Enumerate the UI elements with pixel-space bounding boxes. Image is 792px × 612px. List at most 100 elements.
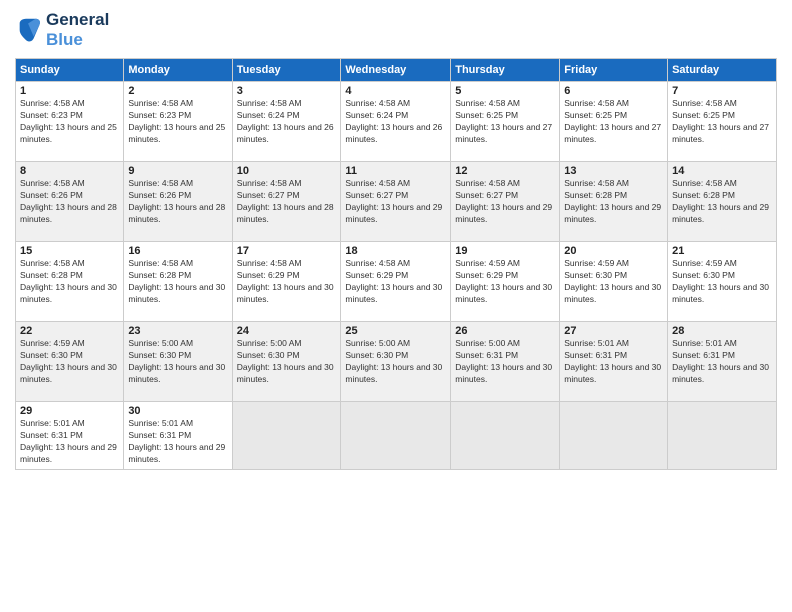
calendar-cell: 25Sunrise: 5:00 AMSunset: 6:30 PMDayligh… [341, 322, 451, 402]
col-monday: Monday [124, 59, 232, 82]
day-info: Sunrise: 5:00 AMSunset: 6:30 PMDaylight:… [128, 338, 227, 386]
day-info: Sunrise: 4:59 AMSunset: 6:30 PMDaylight:… [672, 258, 772, 306]
day-number: 27 [564, 325, 663, 337]
day-info: Sunrise: 4:59 AMSunset: 6:29 PMDaylight:… [455, 258, 555, 306]
day-info: Sunrise: 5:00 AMSunset: 6:30 PMDaylight:… [237, 338, 337, 386]
calendar-cell [341, 402, 451, 470]
day-info: Sunrise: 5:01 AMSunset: 6:31 PMDaylight:… [20, 418, 119, 466]
day-info: Sunrise: 4:58 AMSunset: 6:26 PMDaylight:… [20, 178, 119, 226]
logo: General Blue [15, 10, 109, 50]
page-header: General Blue [15, 10, 777, 50]
calendar-cell [451, 402, 560, 470]
day-info: Sunrise: 4:58 AMSunset: 6:25 PMDaylight:… [672, 98, 772, 146]
col-thursday: Thursday [451, 59, 560, 82]
calendar-cell: 8Sunrise: 4:58 AMSunset: 6:26 PMDaylight… [16, 162, 124, 242]
calendar-cell: 19Sunrise: 4:59 AMSunset: 6:29 PMDayligh… [451, 242, 560, 322]
day-info: Sunrise: 4:58 AMSunset: 6:29 PMDaylight:… [237, 258, 337, 306]
calendar-cell: 20Sunrise: 4:59 AMSunset: 6:30 PMDayligh… [560, 242, 668, 322]
calendar-cell: 13Sunrise: 4:58 AMSunset: 6:28 PMDayligh… [560, 162, 668, 242]
day-info: Sunrise: 4:58 AMSunset: 6:28 PMDaylight:… [564, 178, 663, 226]
logo-text: General Blue [46, 10, 109, 50]
col-sunday: Sunday [16, 59, 124, 82]
calendar-cell: 21Sunrise: 4:59 AMSunset: 6:30 PMDayligh… [668, 242, 777, 322]
day-info: Sunrise: 4:58 AMSunset: 6:27 PMDaylight:… [345, 178, 446, 226]
day-info: Sunrise: 4:58 AMSunset: 6:25 PMDaylight:… [564, 98, 663, 146]
calendar-cell: 29Sunrise: 5:01 AMSunset: 6:31 PMDayligh… [16, 402, 124, 470]
day-number: 19 [455, 245, 555, 257]
col-wednesday: Wednesday [341, 59, 451, 82]
calendar-cell: 16Sunrise: 4:58 AMSunset: 6:28 PMDayligh… [124, 242, 232, 322]
calendar-cell: 15Sunrise: 4:58 AMSunset: 6:28 PMDayligh… [16, 242, 124, 322]
calendar-cell [668, 402, 777, 470]
day-info: Sunrise: 4:58 AMSunset: 6:29 PMDaylight:… [345, 258, 446, 306]
day-number: 7 [672, 85, 772, 97]
calendar-cell: 30Sunrise: 5:01 AMSunset: 6:31 PMDayligh… [124, 402, 232, 470]
calendar-cell: 17Sunrise: 4:58 AMSunset: 6:29 PMDayligh… [232, 242, 341, 322]
day-number: 2 [128, 85, 227, 97]
calendar-cell: 27Sunrise: 5:01 AMSunset: 6:31 PMDayligh… [560, 322, 668, 402]
day-number: 9 [128, 165, 227, 177]
calendar-table: Sunday Monday Tuesday Wednesday Thursday… [15, 58, 777, 470]
calendar-cell: 7Sunrise: 4:58 AMSunset: 6:25 PMDaylight… [668, 82, 777, 162]
calendar-cell: 4Sunrise: 4:58 AMSunset: 6:24 PMDaylight… [341, 82, 451, 162]
calendar-cell: 22Sunrise: 4:59 AMSunset: 6:30 PMDayligh… [16, 322, 124, 402]
calendar-cell: 26Sunrise: 5:00 AMSunset: 6:31 PMDayligh… [451, 322, 560, 402]
day-number: 13 [564, 165, 663, 177]
day-info: Sunrise: 4:58 AMSunset: 6:23 PMDaylight:… [20, 98, 119, 146]
day-number: 30 [128, 405, 227, 417]
day-number: 23 [128, 325, 227, 337]
day-info: Sunrise: 4:58 AMSunset: 6:26 PMDaylight:… [128, 178, 227, 226]
calendar-cell: 18Sunrise: 4:58 AMSunset: 6:29 PMDayligh… [341, 242, 451, 322]
logo-icon [15, 16, 43, 44]
calendar-cell: 2Sunrise: 4:58 AMSunset: 6:23 PMDaylight… [124, 82, 232, 162]
day-info: Sunrise: 4:58 AMSunset: 6:28 PMDaylight:… [672, 178, 772, 226]
day-number: 22 [20, 325, 119, 337]
day-number: 4 [345, 85, 446, 97]
day-number: 10 [237, 165, 337, 177]
day-info: Sunrise: 5:00 AMSunset: 6:30 PMDaylight:… [345, 338, 446, 386]
calendar-cell: 28Sunrise: 5:01 AMSunset: 6:31 PMDayligh… [668, 322, 777, 402]
day-info: Sunrise: 4:58 AMSunset: 6:23 PMDaylight:… [128, 98, 227, 146]
day-info: Sunrise: 4:59 AMSunset: 6:30 PMDaylight:… [20, 338, 119, 386]
day-number: 11 [345, 165, 446, 177]
day-number: 21 [672, 245, 772, 257]
day-number: 14 [672, 165, 772, 177]
col-friday: Friday [560, 59, 668, 82]
calendar-cell [560, 402, 668, 470]
day-number: 3 [237, 85, 337, 97]
calendar-cell [232, 402, 341, 470]
day-number: 28 [672, 325, 772, 337]
calendar-cell: 1Sunrise: 4:58 AMSunset: 6:23 PMDaylight… [16, 82, 124, 162]
day-number: 17 [237, 245, 337, 257]
day-number: 12 [455, 165, 555, 177]
day-number: 8 [20, 165, 119, 177]
day-number: 29 [20, 405, 119, 417]
day-number: 6 [564, 85, 663, 97]
calendar-cell: 6Sunrise: 4:58 AMSunset: 6:25 PMDaylight… [560, 82, 668, 162]
calendar-cell: 3Sunrise: 4:58 AMSunset: 6:24 PMDaylight… [232, 82, 341, 162]
day-info: Sunrise: 4:58 AMSunset: 6:24 PMDaylight:… [237, 98, 337, 146]
day-number: 25 [345, 325, 446, 337]
day-info: Sunrise: 5:00 AMSunset: 6:31 PMDaylight:… [455, 338, 555, 386]
day-info: Sunrise: 4:58 AMSunset: 6:25 PMDaylight:… [455, 98, 555, 146]
day-number: 16 [128, 245, 227, 257]
day-info: Sunrise: 5:01 AMSunset: 6:31 PMDaylight:… [672, 338, 772, 386]
calendar-cell: 5Sunrise: 4:58 AMSunset: 6:25 PMDaylight… [451, 82, 560, 162]
day-number: 26 [455, 325, 555, 337]
calendar-cell: 24Sunrise: 5:00 AMSunset: 6:30 PMDayligh… [232, 322, 341, 402]
calendar-cell: 14Sunrise: 4:58 AMSunset: 6:28 PMDayligh… [668, 162, 777, 242]
day-info: Sunrise: 4:58 AMSunset: 6:28 PMDaylight:… [128, 258, 227, 306]
col-saturday: Saturday [668, 59, 777, 82]
calendar-header-row: Sunday Monday Tuesday Wednesday Thursday… [16, 59, 777, 82]
calendar-cell: 23Sunrise: 5:00 AMSunset: 6:30 PMDayligh… [124, 322, 232, 402]
day-number: 20 [564, 245, 663, 257]
day-number: 5 [455, 85, 555, 97]
day-info: Sunrise: 4:58 AMSunset: 6:27 PMDaylight:… [237, 178, 337, 226]
day-number: 18 [345, 245, 446, 257]
calendar-cell: 12Sunrise: 4:58 AMSunset: 6:27 PMDayligh… [451, 162, 560, 242]
day-info: Sunrise: 5:01 AMSunset: 6:31 PMDaylight:… [128, 418, 227, 466]
calendar-cell: 10Sunrise: 4:58 AMSunset: 6:27 PMDayligh… [232, 162, 341, 242]
day-number: 1 [20, 85, 119, 97]
day-number: 24 [237, 325, 337, 337]
day-info: Sunrise: 4:59 AMSunset: 6:30 PMDaylight:… [564, 258, 663, 306]
